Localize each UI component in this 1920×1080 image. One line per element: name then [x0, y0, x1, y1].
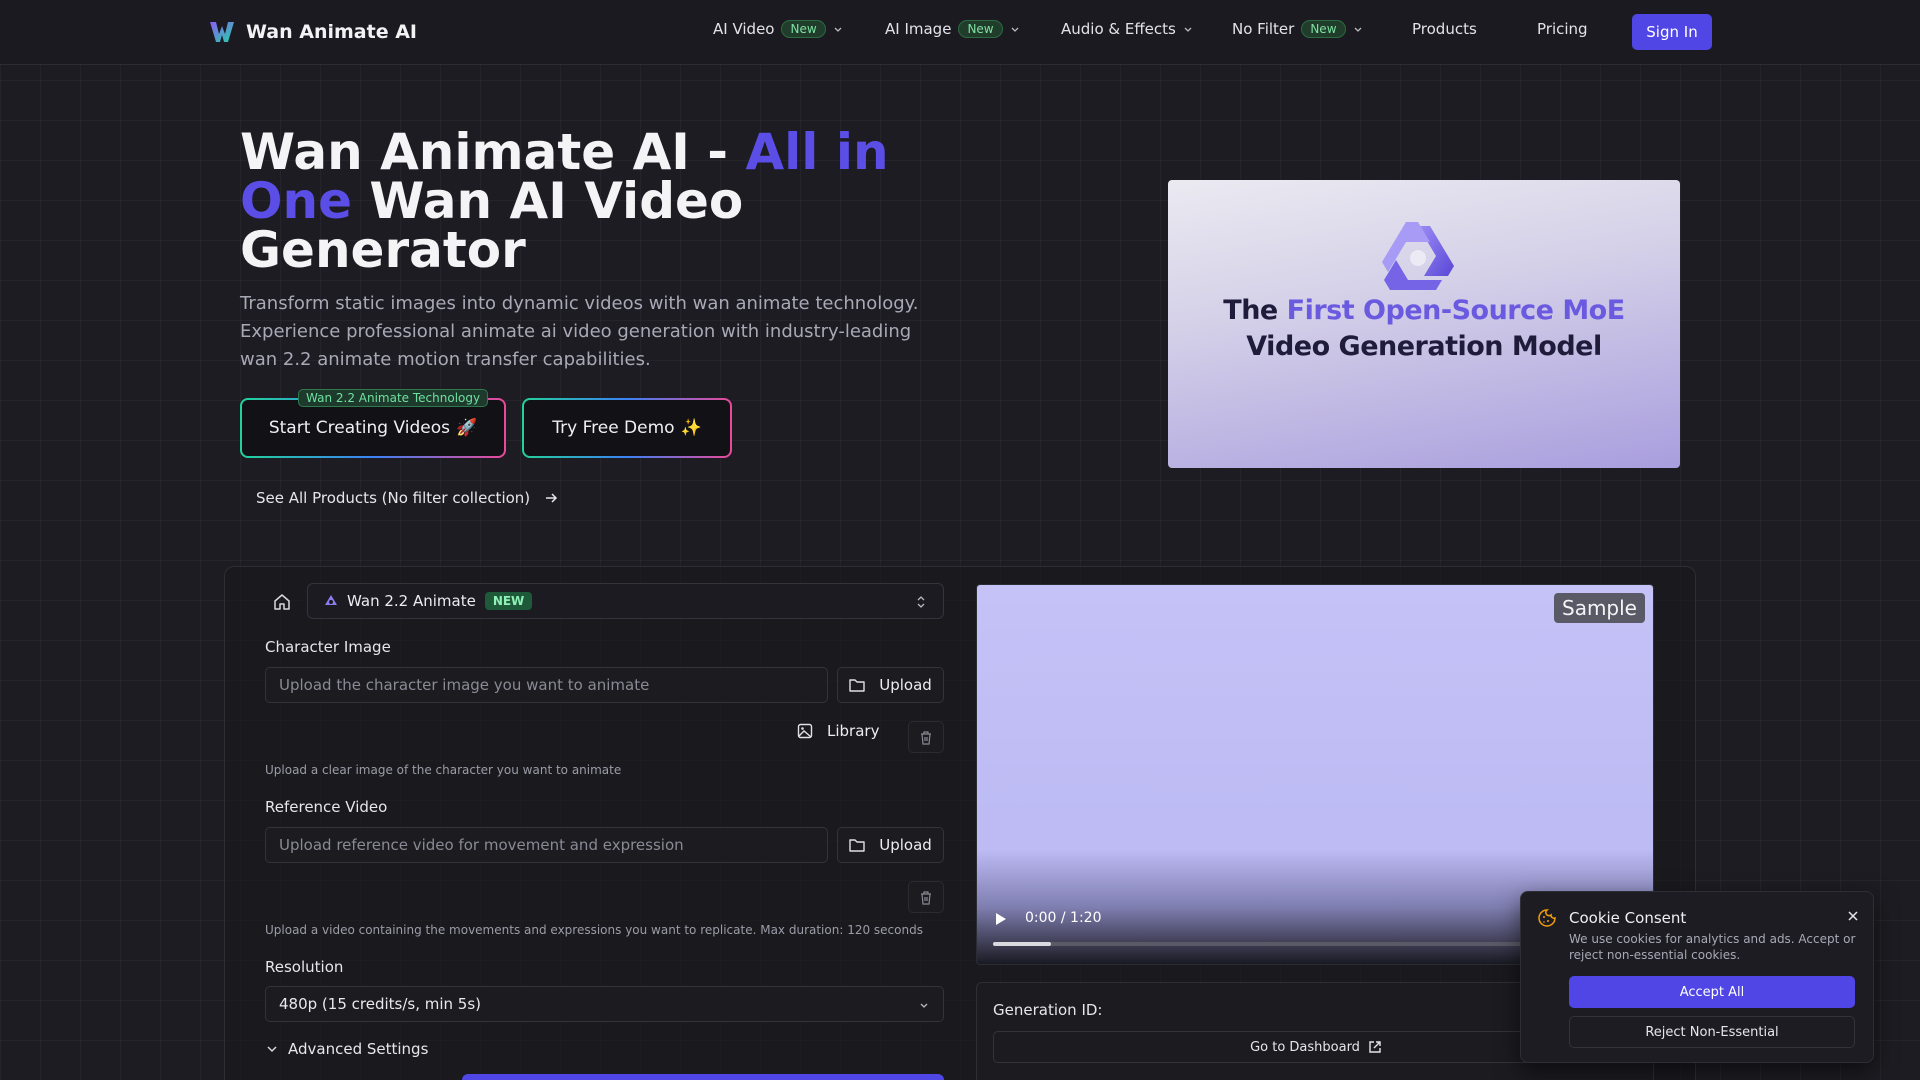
library-button[interactable]: Library [797, 722, 879, 740]
chevron-down-icon [1011, 27, 1019, 32]
hero-title: Wan Animate AI - All in One Wan AI Video… [240, 127, 940, 275]
nav-audio-effects-label: Audio & Effects [1061, 20, 1176, 38]
resolution-select[interactable]: 480p (15 credits/s, min 5s) [265, 986, 944, 1022]
play-icon[interactable] [995, 912, 1007, 926]
model-select[interactable]: Wan 2.2 Animate NEW [307, 583, 944, 619]
top-navbar: Wan Animate AI AI Video New AI Image New… [0, 0, 1920, 65]
close-icon[interactable] [1847, 910, 1859, 922]
resolution-value: 480p (15 credits/s, min 5s) [279, 995, 481, 1013]
rocket-icon: 🚀 [455, 418, 478, 438]
character-upload-button[interactable]: Upload [837, 667, 944, 703]
new-badge: New [1301, 20, 1346, 38]
sparkles-icon: ✨ [680, 418, 702, 438]
video-time: 0:00 / 1:20 [1025, 910, 1102, 926]
nav-ai-image[interactable]: AI Image New [885, 20, 1020, 38]
see-all-products-link[interactable]: See All Products (No filter collection) [256, 489, 558, 507]
reject-non-essential-button[interactable]: Reject Non-Essential [1569, 1016, 1855, 1048]
see-all-label: See All Products (No filter collection) [256, 489, 531, 507]
nav-no-filter[interactable]: No Filter New [1232, 20, 1363, 38]
generate-button[interactable] [462, 1074, 944, 1080]
brand-name: Wan Animate AI [246, 21, 417, 43]
banner-headline-line2: Video Generation Model [1246, 331, 1602, 362]
model-new-badge: NEW [484, 592, 533, 610]
character-image-label: Character Image [265, 638, 391, 656]
nav-ai-video[interactable]: AI Video New [713, 20, 843, 38]
advanced-settings-label: Advanced Settings [288, 1040, 429, 1058]
hero-banner-image: The First Open-Source MoE Video Generati… [1168, 180, 1680, 468]
reference-delete-button[interactable] [908, 881, 944, 913]
resolution-label: Resolution [265, 958, 344, 976]
start-creating-button[interactable]: Start Creating Videos 🚀 Wan 2.2 Animate … [240, 389, 506, 458]
cookie-text: We use cookies for analytics and ads. Ac… [1569, 932, 1856, 962]
banner-headline-line1: The First Open-Source MoE [1168, 295, 1680, 326]
hero-description: Transform static images into dynamic vid… [240, 293, 919, 370]
banner-headline-accent: First Open-Source MoE [1286, 295, 1626, 326]
cta-tech-badge: Wan 2.2 Animate Technology [298, 389, 489, 407]
reference-upload-button[interactable]: Upload [837, 827, 944, 863]
sample-tag: Sample [1554, 593, 1645, 623]
folder-icon [849, 679, 865, 692]
arrow-right-icon [546, 493, 558, 503]
folder-icon [849, 839, 865, 852]
external-link-icon [1369, 1041, 1381, 1053]
cookie-consent-dialog: Cookie Consent We use cookies for analyt… [1520, 891, 1874, 1063]
trash-icon [921, 890, 931, 905]
nav-pricing-label: Pricing [1537, 20, 1588, 38]
library-label: Library [827, 722, 880, 740]
character-hint: Upload a clear image of the character yo… [265, 763, 622, 777]
sign-in-button[interactable]: Sign In [1632, 14, 1712, 50]
nav-products[interactable]: Products [1412, 20, 1477, 38]
chevron-down-icon [1184, 27, 1192, 32]
nav-pricing[interactable]: Pricing [1537, 20, 1588, 38]
reference-hint: Upload a video containing the movements … [265, 923, 923, 937]
home-icon[interactable] [270, 590, 294, 614]
dashboard-label: Go to Dashboard [1250, 1039, 1360, 1055]
image-icon [797, 723, 813, 739]
nav-audio-effects[interactable]: Audio & Effects [1061, 20, 1193, 38]
character-image-input[interactable] [265, 667, 828, 703]
chevron-down-icon [267, 1046, 277, 1053]
video-progress-fill [993, 942, 1052, 946]
new-badge: New [781, 20, 826, 38]
character-delete-button[interactable] [908, 721, 944, 753]
chevron-down-icon [1354, 27, 1361, 32]
banner-headline-pre: The [1223, 295, 1287, 326]
advanced-settings-toggle[interactable]: Advanced Settings [266, 1040, 428, 1058]
updown-icon [917, 596, 925, 608]
cookie-title: Cookie Consent [1569, 909, 1687, 927]
nav-no-filter-label: No Filter [1232, 20, 1295, 38]
qwen-logo-icon [1382, 222, 1454, 290]
reference-video-label: Reference Video [265, 798, 388, 816]
upload-label: Upload [879, 836, 932, 854]
trash-icon [921, 730, 931, 745]
model-logo-icon [325, 595, 337, 605]
new-badge: New [958, 20, 1003, 38]
try-demo-label: Try Free Demo [552, 418, 675, 438]
accept-all-button[interactable]: Accept All [1569, 976, 1855, 1008]
start-creating-label: Start Creating Videos [268, 418, 450, 438]
brand[interactable]: Wan Animate AI [208, 18, 417, 46]
chevron-down-icon [834, 27, 842, 32]
reference-video-input[interactable] [265, 827, 828, 863]
upload-label: Upload [879, 676, 932, 694]
try-free-demo-button[interactable]: Try Free Demo ✨ [522, 398, 732, 458]
generation-id-label: Generation ID: [993, 1001, 1103, 1019]
nav-ai-video-label: AI Video [713, 20, 775, 38]
brand-logo-icon [210, 22, 234, 42]
chevron-down-icon [920, 1003, 928, 1008]
nav-products-label: Products [1412, 20, 1477, 38]
cookie-icon [1538, 909, 1556, 927]
nav-ai-image-label: AI Image [885, 20, 952, 38]
model-name: Wan 2.2 Animate [347, 592, 476, 610]
